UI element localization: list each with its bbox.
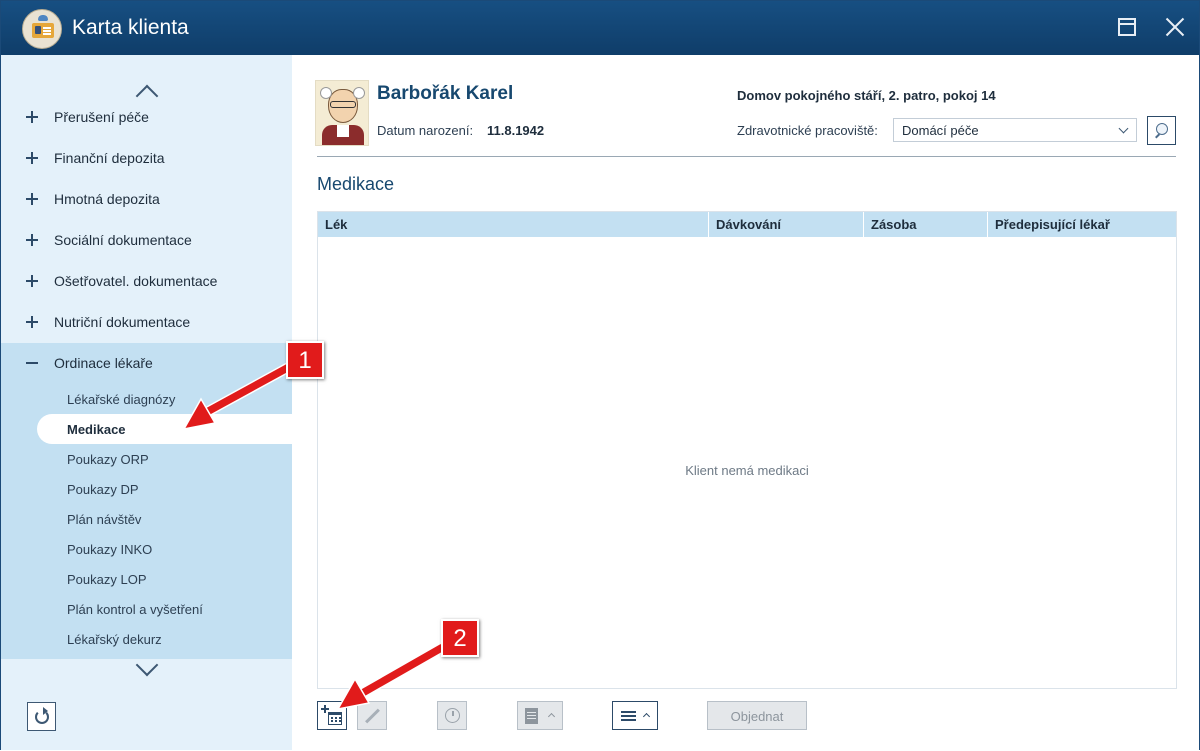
sidebar-subitem-lekarsky-dekurz[interactable]: Lékařský dekurz (37, 624, 292, 654)
sidebar-subitem-label: Lékařský dekurz (67, 632, 162, 647)
sidebar-subitem-label: Lékařské diagnózy (67, 392, 176, 407)
table-header: Lék Dávkování Zásoba Předepisující lékař (318, 212, 1176, 237)
document-icon (525, 708, 538, 724)
medication-table: Lék Dávkování Zásoba Předepisující lékař… (317, 211, 1177, 689)
sidebar-subitem-poukazy-lop[interactable]: Poukazy LOP (37, 564, 292, 594)
window-title: Karta klienta (72, 16, 189, 39)
sidebar-item-label: Ošetřovatel. dokumentace (54, 273, 218, 289)
sidebar-item-preruseni-pece[interactable]: Přerušení péče (1, 97, 292, 138)
sidebar-subitem-label: Poukazy DP (67, 482, 139, 497)
sidebar-item-nutricni-dokumentace[interactable]: Nutriční dokumentace (1, 302, 292, 343)
add-medication-button[interactable] (317, 701, 347, 730)
sidebar-subitem-plan-kontrol[interactable]: Plán kontrol a vyšetření (37, 594, 292, 624)
client-name: Barbořák Karel (377, 83, 514, 104)
plus-icon (26, 111, 38, 123)
sidebar-item-label: Přerušení péče (54, 109, 149, 125)
workplace-select[interactable]: Domácí péče (893, 118, 1137, 142)
sidebar-group-ordinace-lekare: Ordinace lékaře Lékařské diagnózy Medika… (1, 343, 292, 659)
date-of-birth-value: 11.8.1942 (487, 123, 545, 138)
sidebar-item-socialni-dokumentace[interactable]: Sociální dokumentace (1, 220, 292, 261)
maximize-icon (1118, 18, 1136, 36)
title-bar: Karta klienta (1, 1, 1199, 55)
sidebar-item-label: Hmotná depozita (54, 191, 160, 207)
callout-1: 1 (286, 341, 324, 379)
search-button[interactable] (1147, 116, 1176, 145)
empty-table-message: Klient nemá medikaci (685, 463, 809, 478)
plus-icon (26, 193, 38, 205)
main-panel: Barbořák Karel Datum narození: 11.8.1942… (292, 55, 1199, 750)
column-header-davkovani[interactable]: Dávkování (708, 212, 863, 237)
options-menu-button[interactable] (612, 701, 658, 730)
callout-number: 1 (298, 347, 312, 374)
history-button[interactable] (437, 701, 467, 730)
document-menu-button[interactable] (517, 701, 563, 730)
sidebar-subitem-poukazy-orp[interactable]: Poukazy ORP (37, 444, 292, 474)
sidebar-subitem-lekarske-diagnozy[interactable]: Lékařské diagnózy (37, 384, 292, 414)
section-title: Medikace (317, 174, 395, 194)
close-button[interactable] (1163, 15, 1187, 39)
plus-icon (26, 152, 38, 164)
sidebar-item-osetrovatel-dokumentace[interactable]: Ošetřovatel. dokumentace (1, 261, 292, 302)
workplace-label: Zdravotnické pracoviště: (737, 123, 878, 138)
sidebar-subitem-label: Poukazy LOP (67, 572, 147, 587)
sidebar-subitem-label: Plán kontrol a vyšetření (67, 602, 203, 617)
edit-button[interactable] (357, 701, 387, 730)
client-card-app-icon (22, 9, 62, 49)
sidebar-item-label: Ordinace lékaře (54, 355, 153, 371)
sidebar-subitem-label: Plán návštěv (67, 512, 142, 527)
maximize-button[interactable] (1115, 15, 1139, 39)
pencil-icon (365, 708, 380, 724)
order-button[interactable]: Objednat (707, 701, 807, 730)
plus-icon (26, 275, 38, 287)
chevron-up-icon (547, 712, 556, 721)
client-avatar (315, 80, 369, 146)
order-button-label: Objednat (730, 709, 784, 724)
sidebar-subitem-medikace[interactable]: Medikace (37, 414, 292, 444)
workplace-select-value: Domácí péče (902, 123, 979, 138)
sidebar-item-label: Sociální dokumentace (54, 232, 192, 248)
sidebar-item-hmotna-depozita[interactable]: Hmotná depozita (1, 179, 292, 220)
column-header-predepisujici-lekar[interactable]: Předepisující lékař (987, 212, 1176, 237)
history-icon (445, 708, 460, 723)
chevron-down-icon (1118, 123, 1129, 134)
column-header-zasoba[interactable]: Zásoba (863, 212, 987, 237)
refresh-icon (35, 707, 49, 724)
client-location: Domov pokojného stáří, 2. patro, pokoj 1… (737, 88, 996, 103)
column-header-lek[interactable]: Lék (318, 212, 708, 237)
chevron-up-icon (642, 712, 651, 721)
callout-2: 2 (441, 619, 479, 657)
minus-icon (26, 362, 38, 364)
plus-icon (26, 234, 38, 246)
sidebar-subitem-plan-navstev[interactable]: Plán návštěv (37, 504, 292, 534)
sidebar: Přerušení péče Finanční depozita Hmotná … (1, 55, 292, 750)
hamburger-icon (621, 711, 636, 713)
sidebar-item-label: Nutriční dokumentace (54, 314, 191, 330)
sidebar-subitem-label: Medikace (67, 422, 126, 437)
plus-icon (26, 316, 38, 328)
date-of-birth-label: Datum narození: (377, 123, 474, 138)
calendar-icon (328, 712, 342, 725)
sidebar-item-ordinace-lekare[interactable]: Ordinace lékaře (1, 343, 292, 384)
header-divider (317, 156, 1176, 157)
refresh-button[interactable] (27, 702, 56, 731)
sidebar-subitem-label: Poukazy INKO (67, 542, 153, 557)
sidebar-item-label: Finanční depozita (54, 150, 165, 166)
callout-number: 2 (453, 625, 467, 652)
sidebar-subitem-label: Poukazy ORP (67, 452, 149, 467)
client-card-window: Karta klienta Přerušení péče Finanční de… (0, 0, 1200, 750)
sidebar-subitem-poukazy-dp[interactable]: Poukazy DP (37, 474, 292, 504)
sidebar-item-financni-depozita[interactable]: Finanční depozita (1, 138, 292, 179)
sidebar-subitem-poukazy-inko[interactable]: Poukazy INKO (37, 534, 292, 564)
